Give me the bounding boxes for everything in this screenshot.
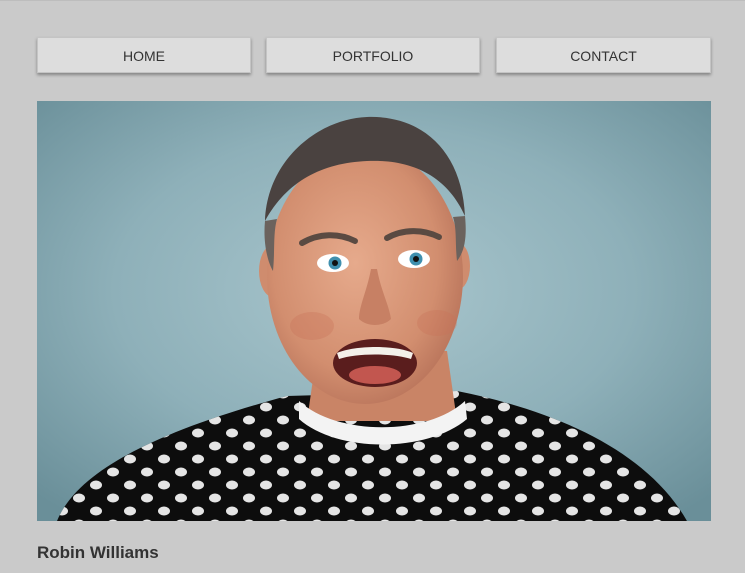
portrait-illustration <box>37 101 711 521</box>
portrait-photo <box>37 101 711 521</box>
nav-home-button[interactable]: HOME <box>37 37 251 73</box>
photo-caption: Robin Williams <box>37 543 159 562</box>
mouth <box>333 339 417 387</box>
page-top-border <box>0 0 745 1</box>
nav-contact-button[interactable]: CONTACT <box>496 37 711 73</box>
nav-portfolio-button[interactable]: PORTFOLIO <box>266 37 480 73</box>
main-navigation: HOME PORTFOLIO CONTACT <box>37 37 711 73</box>
